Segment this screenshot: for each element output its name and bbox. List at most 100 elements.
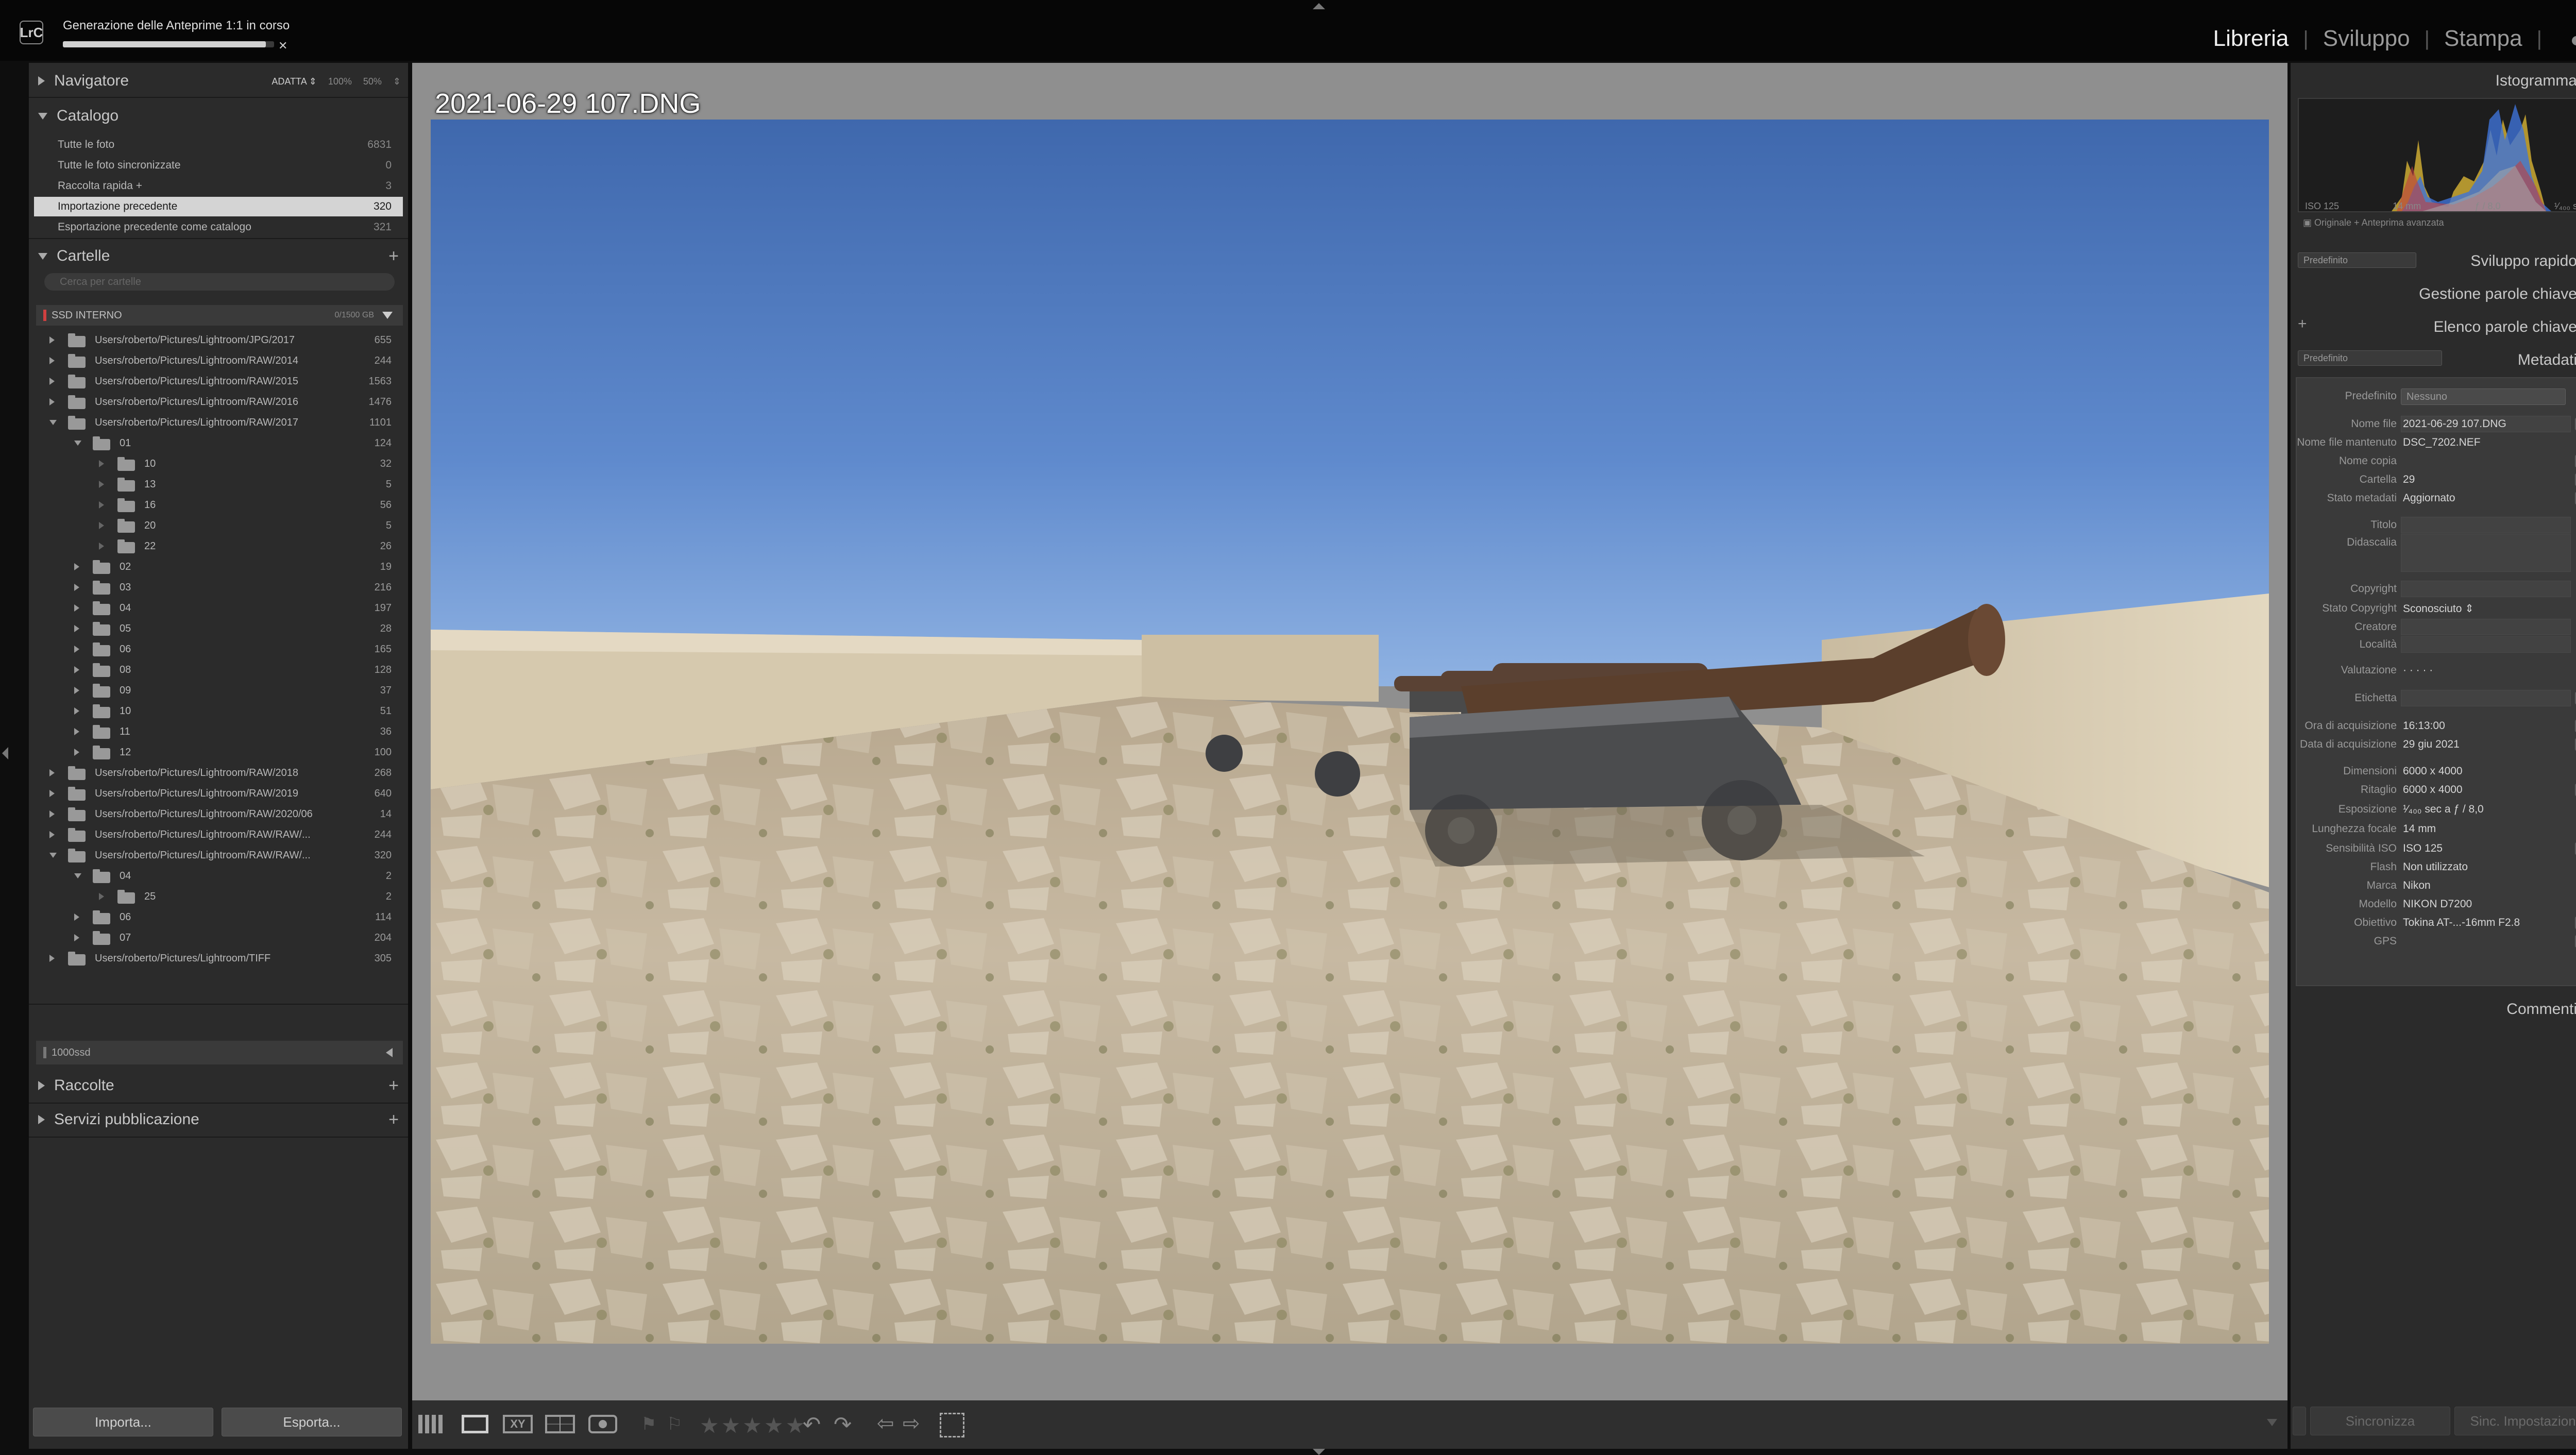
collapsed-triangle-icon[interactable]: [74, 666, 79, 673]
module-stampa[interactable]: Stampa: [2439, 26, 2528, 52]
metadata-preset-select[interactable]: Nessuno: [2401, 388, 2566, 405]
next-photo-icon[interactable]: ⇨: [903, 1412, 920, 1435]
folder-row[interactable]: Users/roberto/Pictures/Lightroom/TIFF 305: [36, 948, 403, 969]
folder-row[interactable]: 22 26: [36, 536, 403, 556]
folder-row[interactable]: 06 114: [36, 907, 403, 927]
rotate-right-icon[interactable]: ↷: [834, 1412, 852, 1437]
collapsed-triangle-icon[interactable]: [74, 563, 79, 570]
metadata-field[interactable]: [2401, 619, 2571, 635]
metadata-field[interactable]: [2401, 636, 2571, 653]
metadata-field[interactable]: [2401, 534, 2571, 572]
folder-row[interactable]: 16 56: [36, 495, 403, 515]
navigator-header[interactable]: Navigatore ADATTA ⇕ 100% 50% ⇕: [29, 65, 408, 97]
collapsed-triangle-icon[interactable]: [99, 460, 104, 467]
histogram-header[interactable]: Istogramma: [2291, 65, 2576, 97]
collapsed-triangle-icon[interactable]: [74, 913, 79, 921]
collapsed-triangle-icon[interactable]: [49, 955, 55, 962]
previous-photo-icon[interactable]: ⇦: [877, 1412, 894, 1435]
folder-row[interactable]: Users/roberto/Pictures/Lightroom/RAW/201…: [36, 392, 403, 412]
collapsed-triangle-icon[interactable]: [99, 481, 104, 488]
catalog-item[interactable]: Esportazione precedente come catalogo 321: [34, 217, 403, 237]
keywording-header[interactable]: Gestione parole chiave: [2291, 278, 2576, 310]
cancel-task-icon[interactable]: ✕: [278, 39, 287, 53]
import-button[interactable]: Importa...: [33, 1408, 213, 1436]
expanded-triangle-icon[interactable]: [74, 873, 81, 878]
collections-header[interactable]: Raccolte +: [29, 1070, 408, 1102]
zoom-50-option[interactable]: 50%: [363, 76, 382, 87]
crop-overlay-icon[interactable]: [940, 1413, 964, 1437]
folder-row[interactable]: 04 2: [36, 866, 403, 886]
collapsed-triangle-icon[interactable]: [99, 893, 104, 900]
folder-row[interactable]: Users/roberto/Pictures/Lightroom/RAW/RAW…: [36, 845, 403, 866]
volume-ssd-interno[interactable]: SSD INTERNO 0/1500 GB: [36, 305, 403, 326]
collapsed-triangle-icon[interactable]: [74, 687, 79, 694]
cloud-sync-icon[interactable]: [2569, 32, 2576, 45]
folder-row[interactable]: 07 204: [36, 927, 403, 948]
collapsed-triangle-icon[interactable]: [74, 604, 79, 612]
folder-row[interactable]: 06 165: [36, 639, 403, 659]
add-folder-plus-icon[interactable]: +: [388, 246, 399, 266]
collapsed-triangle-icon[interactable]: [99, 501, 104, 509]
hide-left-panel-arrow-icon[interactable]: [2, 747, 8, 759]
folder-row[interactable]: 09 37: [36, 680, 403, 701]
collapsed-triangle-icon[interactable]: [74, 934, 79, 941]
collapsed-triangle-icon[interactable]: [74, 728, 79, 735]
expanded-triangle-icon[interactable]: [74, 441, 81, 446]
folder-row[interactable]: Users/roberto/Pictures/Lightroom/RAW/RAW…: [36, 824, 403, 845]
publish-services-header[interactable]: Servizi pubblicazione +: [29, 1104, 408, 1136]
add-publish-service-plus-icon[interactable]: +: [388, 1110, 399, 1130]
module-libreria[interactable]: Libreria: [2208, 26, 2294, 52]
volume-1000ssd[interactable]: 1000ssd: [36, 1041, 403, 1064]
folder-row[interactable]: Users/roberto/Pictures/Lightroom/RAW/201…: [36, 763, 403, 783]
export-button[interactable]: Esporta...: [222, 1408, 402, 1436]
flag-pick-icon[interactable]: ⚑: [641, 1415, 656, 1433]
sync-switch-icon[interactable]: [2293, 1407, 2306, 1435]
expanded-triangle-icon[interactable]: [49, 853, 57, 858]
main-photo[interactable]: [431, 120, 2269, 1344]
collapsed-triangle-icon[interactable]: [49, 357, 55, 364]
survey-view-icon[interactable]: [545, 1415, 575, 1433]
catalog-item[interactable]: Importazione precedente 320: [34, 197, 403, 216]
collapsed-triangle-icon[interactable]: [49, 831, 55, 838]
folder-search-input[interactable]: Cerca per cartelle: [44, 273, 395, 291]
folder-row[interactable]: 13 5: [36, 474, 403, 495]
people-view-icon[interactable]: [588, 1415, 617, 1433]
catalog-item[interactable]: Raccolta rapida + 3: [34, 176, 403, 196]
folder-row[interactable]: 12 100: [36, 742, 403, 763]
folder-row[interactable]: 25 2: [36, 886, 403, 907]
folder-row[interactable]: 11 36: [36, 721, 403, 742]
folder-row[interactable]: 04 197: [36, 598, 403, 618]
collapsed-triangle-icon[interactable]: [74, 584, 79, 591]
folder-row[interactable]: Users/roberto/Pictures/Lightroom/RAW/201…: [36, 371, 403, 392]
folder-row[interactable]: 10 32: [36, 453, 403, 474]
folder-row[interactable]: Users/roberto/Pictures/Lightroom/RAW/201…: [36, 350, 403, 371]
folder-row[interactable]: 01 124: [36, 433, 403, 453]
sync-button[interactable]: Sincronizza: [2310, 1407, 2450, 1435]
metadata-field[interactable]: [2401, 517, 2571, 533]
quick-develop-header[interactable]: Sviluppo rapido: [2291, 245, 2576, 277]
expanded-triangle-icon[interactable]: [49, 420, 57, 425]
collapsed-triangle-icon[interactable]: [49, 769, 55, 776]
collapsed-triangle-icon[interactable]: [49, 398, 55, 405]
rating-stars[interactable]: ★★★★★: [700, 1413, 807, 1438]
rotate-left-icon[interactable]: ↶: [803, 1412, 821, 1437]
collapsed-triangle-icon[interactable]: [74, 646, 79, 653]
collapsed-triangle-icon[interactable]: [49, 790, 55, 797]
collapsed-triangle-icon[interactable]: [74, 749, 79, 756]
add-collection-plus-icon[interactable]: +: [388, 1076, 399, 1096]
collapsed-triangle-icon[interactable]: [49, 810, 55, 818]
keyword-list-header[interactable]: Elenco parole chiave: [2291, 311, 2576, 343]
collapsed-triangle-icon[interactable]: [99, 522, 104, 529]
folder-row[interactable]: 20 5: [36, 515, 403, 536]
catalog-header[interactable]: Catalogo: [29, 100, 408, 132]
folder-row[interactable]: 03 216: [36, 577, 403, 598]
grid-view-icon[interactable]: [418, 1415, 444, 1433]
zoom-more-option[interactable]: ⇕: [393, 76, 401, 87]
folder-row[interactable]: Users/roberto/Pictures/Lightroom/JPG/201…: [36, 330, 403, 350]
folder-row[interactable]: Users/roberto/Pictures/Lightroom/RAW/201…: [36, 783, 403, 804]
collapsed-triangle-icon[interactable]: [74, 625, 79, 632]
histogram-graph[interactable]: [2298, 98, 2576, 212]
metadata-field[interactable]: [2401, 581, 2571, 597]
catalog-item[interactable]: Tutte le foto sincronizzate 0: [34, 156, 403, 175]
catalog-item[interactable]: Tutte le foto 6831: [34, 135, 403, 155]
